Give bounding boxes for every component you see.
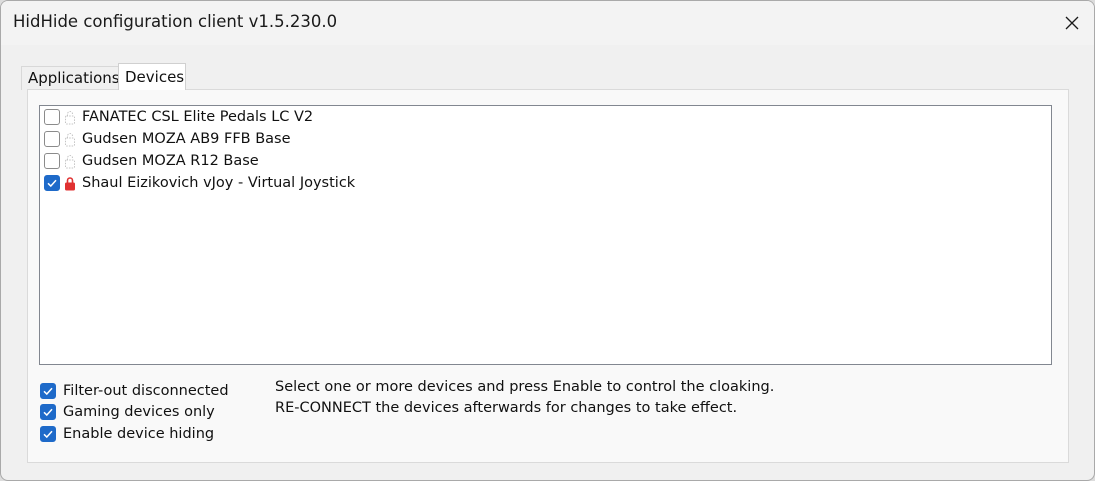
tab-devices[interactable]: Devices [118, 63, 186, 90]
list-item[interactable]: FANATEC CSL Elite Pedals LC V2 [44, 106, 313, 128]
enable-hiding-option[interactable]: Enable device hiding [40, 424, 214, 444]
device-checkbox[interactable] [44, 131, 60, 147]
gaming-devices-option[interactable]: Gaming devices only [40, 402, 215, 422]
filter-disconnected-checkbox[interactable] [40, 383, 56, 399]
list-item[interactable]: Gudsen MOZA AB9 FFB Base [44, 128, 291, 150]
device-label: Gudsen MOZA R12 Base [82, 153, 259, 169]
device-list[interactable]: FANATEC CSL Elite Pedals LC V2 Gudsen MO… [39, 105, 1052, 365]
device-label: Shaul Eizikovich vJoy - Virtual Joystick [82, 175, 356, 191]
devices-panel: FANATEC CSL Elite Pedals LC V2 Gudsen MO… [27, 89, 1069, 463]
help-text-line1: Select one or more devices and press Ena… [275, 379, 775, 395]
device-checkbox[interactable] [44, 175, 60, 191]
filter-disconnected-label: Filter-out disconnected [63, 383, 229, 399]
device-checkbox[interactable] [44, 153, 60, 169]
checkmark-icon [47, 179, 57, 188]
device-checkbox[interactable] [44, 109, 60, 125]
device-label: FANATEC CSL Elite Pedals LC V2 [82, 109, 314, 125]
gaming-devices-label: Gaming devices only [63, 404, 215, 420]
device-unhidden-icon [63, 131, 77, 147]
close-button[interactable] [1050, 1, 1094, 45]
help-text-line2: RE-CONNECT the devices afterwards for ch… [275, 400, 738, 416]
device-label: Gudsen MOZA AB9 FFB Base [82, 131, 291, 147]
list-item[interactable]: Gudsen MOZA R12 Base [44, 150, 259, 172]
window-title: HidHide configuration client v1.5.230.0 [13, 12, 338, 31]
gaming-devices-checkbox[interactable] [40, 404, 56, 420]
checkmark-icon [43, 387, 53, 396]
enable-hiding-checkbox[interactable] [40, 426, 56, 442]
checkmark-icon [43, 430, 53, 439]
device-unhidden-icon [63, 153, 77, 169]
device-unhidden-icon [63, 109, 77, 125]
tab-applications[interactable]: Applications [21, 66, 120, 90]
title-bar: HidHide configuration client v1.5.230.0 [1, 1, 1094, 45]
app-window: HidHide configuration client v1.5.230.0 … [0, 0, 1095, 481]
checkmark-icon [43, 408, 53, 417]
filter-disconnected-option[interactable]: Filter-out disconnected [40, 381, 229, 401]
enable-hiding-label: Enable device hiding [63, 426, 215, 442]
close-icon [1065, 16, 1079, 30]
list-item[interactable]: Shaul Eizikovich vJoy - Virtual Joystick [44, 172, 355, 194]
lock-icon [63, 175, 77, 191]
